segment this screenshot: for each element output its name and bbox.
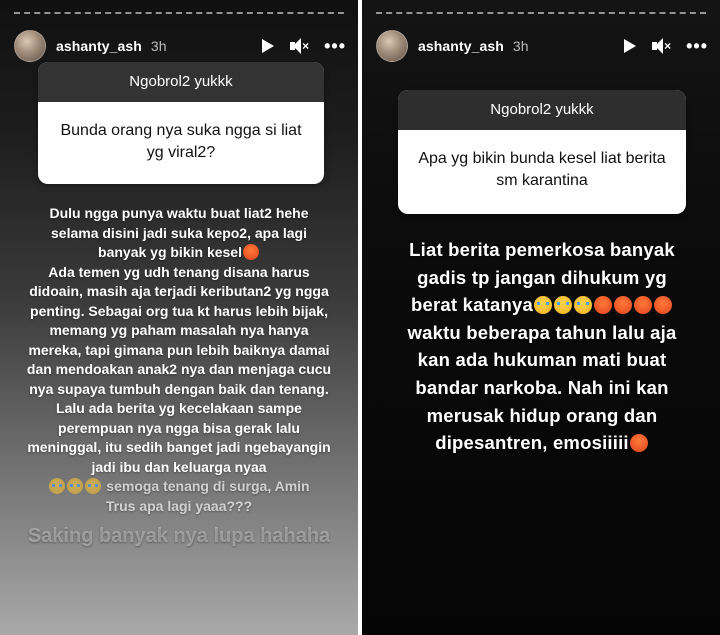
post-time: 3h bbox=[512, 38, 529, 54]
answer-paragraph-3: Lalu ada berita yg kecelakaan sampe pere… bbox=[27, 400, 331, 475]
question-sticker: Ngobrol2 yukkk Apa yg bikin bunda kesel … bbox=[398, 90, 686, 214]
question-sticker: Ngobrol2 yukkk Bunda orang nya suka ngga… bbox=[38, 62, 324, 184]
mute-x-icon: × bbox=[302, 39, 310, 53]
post-time: 3h bbox=[150, 38, 167, 54]
story-controls: × ••• bbox=[608, 37, 708, 55]
loudly-crying-face-icon bbox=[67, 478, 84, 494]
answer-paragraph-5: Trus apa lagi yaaa??? bbox=[105, 497, 253, 514]
answer-paragraph-6: Saking banyak nya lupa hahaha bbox=[27, 525, 331, 547]
answer-text: Dulu ngga punya waktu buat liat2 hehe se… bbox=[26, 204, 332, 551]
loudly-crying-face-icon bbox=[553, 296, 572, 315]
story-right[interactable]: ashanty_ash 3h × ••• Ngobrol2 yukkk Apa … bbox=[362, 0, 720, 635]
angry-face-icon bbox=[242, 244, 259, 260]
play-icon bbox=[624, 39, 637, 53]
story-controls: × ••• bbox=[246, 37, 346, 55]
more-options-icon[interactable]: ••• bbox=[324, 37, 346, 55]
loudly-crying-face-icon bbox=[533, 296, 552, 315]
answer-text: Liat berita pemerkosa banyak gadis tp ja… bbox=[396, 236, 688, 457]
mute-x-icon: × bbox=[664, 39, 672, 53]
story-header: ashanty_ash 3h × ••• bbox=[14, 30, 346, 62]
question-text: Bunda orang nya suka ngga si liat yg vir… bbox=[60, 122, 302, 161]
more-options-icon[interactable]: ••• bbox=[686, 37, 708, 55]
question-text: Apa yg bikin bunda kesel liat berita sm … bbox=[418, 150, 666, 189]
story-progress-bar bbox=[376, 12, 706, 14]
mute-button[interactable]: × bbox=[652, 38, 672, 54]
story-left[interactable]: ashanty_ash 3h × ••• Ngobrol2 yukkk Bund… bbox=[0, 0, 358, 635]
play-icon bbox=[262, 39, 275, 53]
loudly-crying-face-icon bbox=[85, 478, 102, 494]
story-header: ashanty_ash 3h × ••• bbox=[376, 30, 708, 62]
question-sticker-header: Ngobrol2 yukkk bbox=[38, 62, 324, 102]
play-button[interactable] bbox=[262, 39, 275, 53]
play-button[interactable] bbox=[624, 39, 637, 53]
mute-button[interactable]: × bbox=[290, 38, 310, 54]
answer-paragraph-2: Ada temen yg udh tenang disana harus did… bbox=[26, 263, 332, 397]
username[interactable]: ashanty_ash bbox=[56, 38, 142, 54]
loudly-crying-face-icon bbox=[49, 478, 66, 494]
avatar[interactable] bbox=[376, 30, 408, 62]
angry-face-icon bbox=[629, 434, 648, 453]
question-sticker-header: Ngobrol2 yukkk bbox=[398, 90, 686, 130]
loudly-crying-face-icon bbox=[573, 296, 592, 315]
angry-face-icon bbox=[633, 296, 652, 315]
story-progress-bar bbox=[14, 12, 344, 14]
avatar[interactable] bbox=[14, 30, 46, 62]
angry-face-icon bbox=[613, 296, 632, 315]
answer-paragraph-4: semoga tenang di surga, Amin bbox=[106, 478, 310, 494]
angry-face-icon bbox=[593, 296, 612, 315]
speaker-cone bbox=[293, 38, 302, 54]
answer-paragraph-1: Dulu ngga punya waktu buat liat2 hehe se… bbox=[49, 205, 309, 260]
angry-face-icon bbox=[653, 296, 672, 315]
speaker-cone bbox=[655, 38, 664, 54]
username[interactable]: ashanty_ash bbox=[418, 38, 504, 54]
